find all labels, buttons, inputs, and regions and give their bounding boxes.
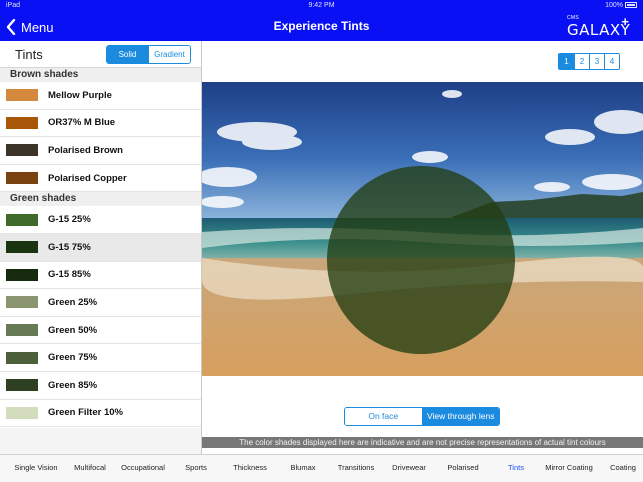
page-button-3[interactable]: 3	[589, 54, 604, 69]
beach-scene	[202, 82, 643, 376]
color-swatch	[6, 379, 38, 392]
shade-row-g-15-75[interactable]: G-15 75%	[0, 233, 201, 262]
color-swatch	[6, 351, 38, 364]
color-swatch	[6, 172, 38, 185]
shade-name: Green 50%	[48, 324, 98, 336]
section-header-brown-shades: Brown shades	[0, 68, 201, 82]
battery-indicator: 100%	[605, 2, 637, 9]
shade-name: Green Filter 10%	[48, 407, 123, 419]
solid-mode-button[interactable]: Solid	[107, 46, 148, 63]
shade-name: G-15 75%	[48, 241, 91, 253]
color-swatch	[6, 296, 38, 309]
tab-sports[interactable]: Sports	[185, 463, 207, 472]
shade-name: G-15 85%	[48, 269, 91, 281]
on-face-button[interactable]: On face	[345, 408, 422, 425]
shade-row-polarised-brown[interactable]: Polarised Brown	[0, 137, 201, 165]
shade-row-green-75[interactable]: Green 75%	[0, 344, 201, 372]
panel-title: Tints	[15, 47, 43, 62]
page-title: Experience Tints	[273, 19, 370, 33]
color-swatch	[6, 406, 38, 419]
tab-mirror-coating[interactable]: Mirror Coating	[545, 463, 593, 472]
brand-plus-text: +	[621, 14, 629, 29]
page-button-2[interactable]: 2	[574, 54, 589, 69]
tab-coating[interactable]: Coating	[610, 463, 636, 472]
brand-logo: CMS GALAXY +	[565, 14, 631, 40]
image-pager: 1234	[558, 53, 620, 70]
tab-transitions[interactable]: Transitions	[338, 463, 374, 472]
section-header-green-shades: Green shades	[0, 192, 201, 207]
battery-label: 100%	[605, 2, 623, 9]
shade-row-g-15-85[interactable]: G-15 85%	[0, 261, 201, 290]
tab-blumax[interactable]: Blumax	[290, 463, 315, 472]
page-button-1[interactable]: 1	[559, 54, 574, 69]
list-footer	[0, 428, 201, 454]
shade-name: G-15 25%	[48, 214, 91, 226]
color-swatch	[6, 241, 38, 254]
shade-name: Polarised Brown	[48, 144, 123, 156]
shade-row-mellow-purple[interactable]: Mellow Purple	[0, 82, 201, 110]
page-button-4[interactable]: 4	[604, 54, 619, 69]
tab-occupational[interactable]: Occupational	[121, 463, 165, 472]
shade-row-green-filter-10[interactable]: Green Filter 10%	[0, 399, 201, 428]
status-bar: iPad 9:42 PM 100%	[0, 0, 643, 12]
battery-icon	[625, 2, 637, 9]
color-swatch	[6, 116, 38, 129]
color-swatch	[6, 324, 38, 337]
nav-bar: Menu Experience Tints CMS GALAXY +	[0, 12, 643, 41]
tab-tints[interactable]: Tints	[508, 463, 524, 472]
shade-row-green-25[interactable]: Green 25%	[0, 289, 201, 317]
color-swatch	[6, 213, 38, 226]
tints-panel: Tints Solid Gradient Brown shades Mellow …	[0, 41, 202, 454]
status-time: 9:42 PM	[308, 2, 335, 9]
disclaimer-text: The color shades displayed here are indi…	[202, 437, 643, 448]
shade-row-green-50[interactable]: Green 50%	[0, 316, 201, 345]
tint-mode-segmented-control: Solid Gradient	[106, 45, 191, 64]
color-swatch	[6, 144, 38, 157]
color-swatch	[6, 89, 38, 102]
gradient-mode-button[interactable]: Gradient	[148, 46, 190, 63]
view-through-lens-button[interactable]: View through lens	[421, 408, 499, 425]
shade-name: Green 25%	[48, 296, 98, 308]
shade-name: OR37% M Blue	[48, 117, 116, 129]
view-mode-segmented-control: On face View through lens	[344, 407, 500, 426]
tab-drivewear[interactable]: Drivewear	[392, 463, 426, 472]
tint-lens-circle	[327, 166, 515, 354]
bottom-tab-bar: Single Vision Multifocal Occupational Sport…	[0, 454, 643, 482]
shade-row-polarised-copper[interactable]: Polarised Copper	[0, 164, 201, 193]
tab-multifocal[interactable]: Multifocal	[74, 463, 106, 472]
shade-row-g-15-25[interactable]: G-15 25%	[0, 206, 201, 234]
shade-name: Green 85%	[48, 379, 98, 391]
shade-name: Polarised Copper	[48, 172, 127, 184]
tab-thickness[interactable]: Thickness	[233, 463, 267, 472]
tab-single-vision[interactable]: Single Vision	[14, 463, 57, 472]
shade-name: Mellow Purple	[48, 89, 112, 101]
beach-preview-image	[202, 82, 643, 376]
shade-list: Brown shades Mellow Purple OR37% M Blue Pol…	[0, 68, 201, 428]
shade-name: Green 75%	[48, 352, 98, 364]
shade-row-green-85[interactable]: Green 85%	[0, 371, 201, 400]
color-swatch	[6, 268, 38, 281]
tab-polarised[interactable]: Polarised	[447, 463, 478, 472]
panel-header: Tints Solid Gradient	[0, 41, 201, 68]
shade-row-or37-m-blue[interactable]: OR37% M Blue	[0, 109, 201, 138]
